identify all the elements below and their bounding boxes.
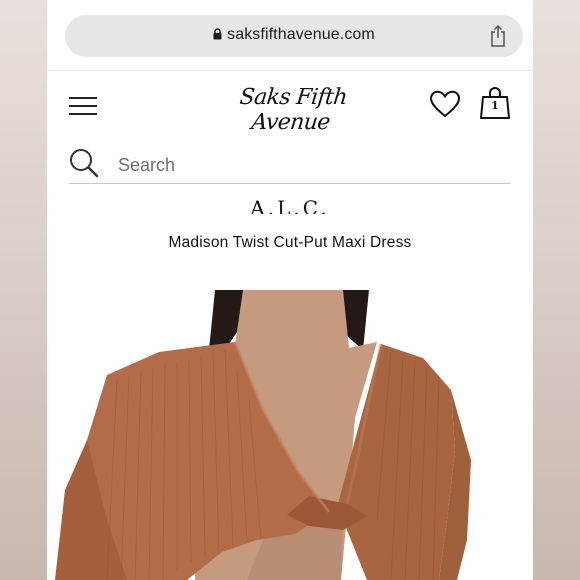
phone-screen: saksfifthavenue.com Saks Fifth Avenue 1 … bbox=[47, 0, 533, 580]
address-bar[interactable]: saksfifthavenue.com bbox=[65, 15, 523, 57]
background-left bbox=[0, 0, 47, 580]
product-image[interactable] bbox=[47, 290, 533, 580]
lock-icon bbox=[213, 28, 222, 40]
cart-count-badge: 1 bbox=[491, 99, 499, 112]
shopping-bag-button[interactable]: 1 bbox=[479, 86, 511, 120]
heart-icon[interactable] bbox=[429, 90, 461, 118]
menu-icon[interactable] bbox=[69, 97, 97, 115]
url-text: saksfifthavenue.com bbox=[227, 26, 375, 43]
brand-name: A.L.C. bbox=[250, 200, 330, 214]
search-icon[interactable] bbox=[69, 148, 99, 178]
url-display[interactable]: saksfifthavenue.com bbox=[65, 26, 523, 44]
brand-name-partial[interactable]: A.L.C. bbox=[47, 200, 533, 214]
share-icon[interactable] bbox=[489, 24, 507, 48]
search-underline bbox=[69, 183, 511, 184]
product-title: Madison Twist Cut-Put Maxi Dress bbox=[168, 234, 412, 251]
header-divider bbox=[47, 70, 533, 71]
saks-logo[interactable]: Saks Fifth Avenue bbox=[194, 85, 389, 135]
background-right bbox=[533, 0, 580, 580]
search-input[interactable] bbox=[116, 152, 510, 178]
